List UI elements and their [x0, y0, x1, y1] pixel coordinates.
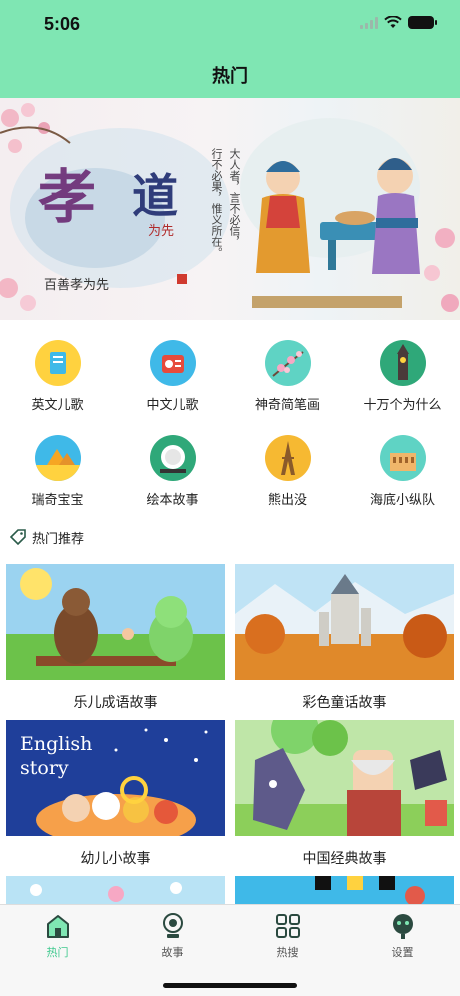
- category-hundred-thousand-whys[interactable]: 十万个为什么: [345, 330, 460, 425]
- book-icon: [34, 340, 81, 386]
- banner-verse-2: 行不必果，惟义所在。: [210, 148, 223, 258]
- home-icon: [43, 911, 73, 941]
- banner[interactable]: 孝 道 为先 百善孝为先 大人者，言不必信， 行不必果，惟义所在。: [0, 98, 460, 320]
- plate-icon: [149, 435, 196, 481]
- tab-story[interactable]: 故事: [115, 911, 230, 960]
- section-header: 热门推荐: [10, 526, 84, 548]
- clock-tower-icon: [379, 340, 426, 386]
- category-label: 熊出没: [267, 493, 307, 508]
- recommend-card-partial[interactable]: [6, 876, 225, 904]
- category-boonie-bears[interactable]: 熊出没: [230, 425, 345, 520]
- system-indicators: [360, 16, 437, 29]
- tab-label: 热门: [46, 946, 69, 959]
- home-indicator: [163, 983, 297, 988]
- card-overlay-text: English story: [20, 733, 93, 779]
- category-octonauts[interactable]: 海底小纵队: [345, 425, 460, 520]
- category-label: 瑞奇宝宝: [31, 493, 84, 508]
- status-bar: 5:06: [0, 0, 460, 50]
- wifi-icon: [384, 16, 402, 28]
- banner-title-small: 为先: [148, 224, 175, 239]
- top-bar: 5:06 热门: [0, 0, 460, 98]
- category-magic-drawing[interactable]: 神奇简笔画: [230, 330, 345, 425]
- tab-settings[interactable]: 设置: [345, 911, 460, 960]
- tab-hot[interactable]: 热门: [0, 911, 115, 960]
- tag-icon: [10, 529, 26, 545]
- battery-icon: [408, 16, 437, 29]
- story-icon: [158, 911, 188, 941]
- card-caption: 幼儿小故事: [80, 851, 151, 867]
- radio-icon: [149, 340, 196, 386]
- status-time: 5:06: [44, 14, 81, 34]
- category-chinese-songs[interactable]: 中文儿歌: [115, 330, 230, 425]
- category-label: 神奇简笔画: [254, 398, 320, 413]
- colosseum-icon: [379, 435, 426, 481]
- grid-icon: [273, 911, 303, 941]
- category-label: 绘本故事: [146, 493, 199, 508]
- blossom-icon: [264, 340, 311, 386]
- tab-trending[interactable]: 热搜: [230, 911, 345, 960]
- category-label: 英文儿歌: [31, 398, 84, 413]
- recommend-card[interactable]: 乐儿成语故事: [6, 564, 225, 712]
- recommend-card-partial[interactable]: [235, 876, 454, 904]
- category-picture-books[interactable]: 绘本故事: [115, 425, 230, 520]
- banner-verse-1: 大人者，言不必信，: [228, 148, 241, 247]
- tab-label: 故事: [161, 946, 184, 959]
- tab-label: 热搜: [276, 946, 299, 959]
- card-image: [235, 720, 454, 836]
- banner-subtitle: 百善孝为先: [44, 278, 110, 293]
- card-image: [235, 564, 454, 680]
- page-title: 热门: [212, 66, 248, 87]
- tab-bar: 热门 故事 热搜 设置: [0, 904, 460, 996]
- recommend-card[interactable]: 彩色童话故事: [235, 564, 454, 712]
- card-image: [6, 564, 225, 680]
- card-caption: 彩色童话故事: [302, 695, 387, 711]
- category-english-songs[interactable]: 英文儿歌: [0, 330, 115, 425]
- eiffel-icon: [264, 435, 311, 481]
- pyramid-icon: [34, 435, 81, 481]
- card-caption: 中国经典故事: [302, 851, 387, 867]
- category-label: 十万个为什么: [363, 398, 442, 413]
- category-label: 海底小纵队: [369, 493, 435, 508]
- section-title: 热门推荐: [32, 531, 85, 547]
- card-image: English story: [6, 720, 225, 836]
- category-ricky-baby[interactable]: 瑞奇宝宝: [0, 425, 115, 520]
- banner-title-main: 孝: [38, 163, 97, 231]
- cellular-signal-icon: [360, 16, 378, 29]
- card-caption: 乐儿成语故事: [73, 695, 158, 711]
- recommend-card[interactable]: 中国经典故事: [235, 720, 454, 868]
- category-label: 中文儿歌: [146, 398, 199, 413]
- tab-label: 设置: [391, 946, 414, 959]
- recommend-card[interactable]: English story 幼儿小故事: [6, 720, 225, 868]
- settings-icon: [388, 911, 418, 941]
- banner-title-second: 道: [132, 169, 178, 223]
